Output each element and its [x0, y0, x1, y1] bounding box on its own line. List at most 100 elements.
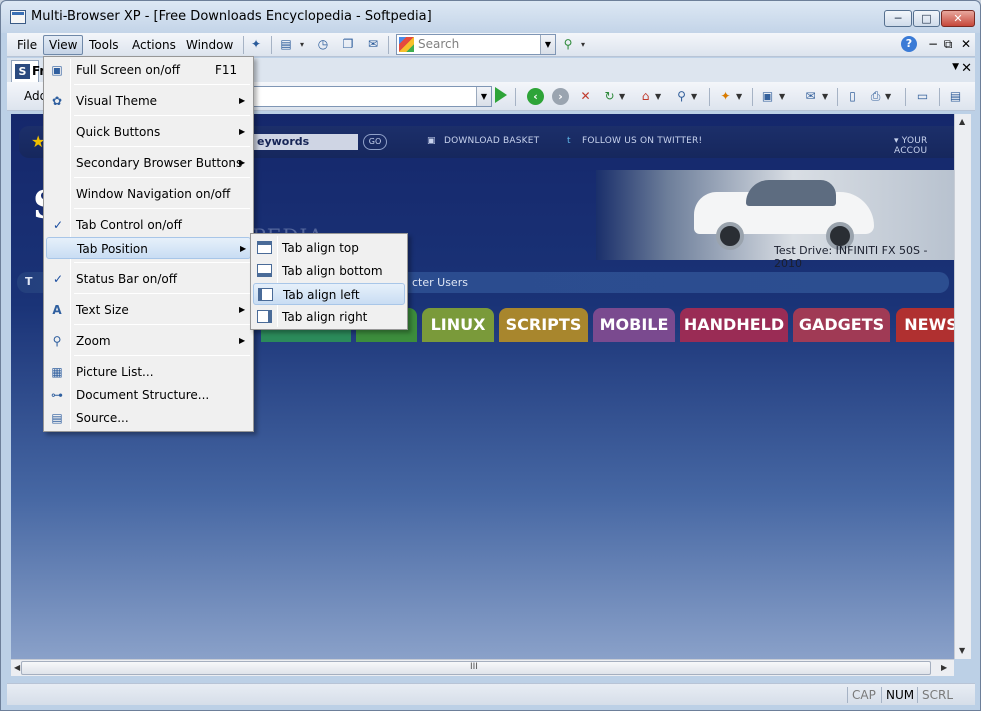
maximize-button[interactable]: □ — [913, 10, 940, 27]
menu-tools[interactable]: Tools — [83, 35, 125, 55]
favorites-icon[interactable]: ✦ — [717, 88, 734, 105]
menu-item-window-navigation[interactable]: Window Navigation on/off — [46, 183, 251, 205]
save-icon[interactable]: ▯ — [844, 88, 861, 105]
menu-item-secondary-buttons[interactable]: Secondary Browser Buttons ▶ — [46, 152, 251, 174]
network-icon[interactable]: ▣ — [759, 88, 776, 105]
print-icon[interactable]: ⎙ — [867, 88, 884, 105]
horizontal-scroll-thumb[interactable]: III — [21, 661, 931, 675]
scroll-right-icon[interactable]: ▶ — [941, 663, 947, 672]
toolbar-separator — [752, 88, 753, 106]
open-dropdown-icon[interactable]: ▾ — [293, 36, 311, 53]
menu-item-label: Status Bar on/off — [76, 272, 177, 286]
tab-align-bottom-icon — [257, 264, 272, 277]
submenu-item-label: Tab align right — [282, 310, 368, 324]
account-link[interactable]: ▾ YOUR ACCOU — [894, 136, 954, 156]
minimize-button[interactable]: ─ — [884, 10, 912, 27]
submenu-item-tab-align-left[interactable]: Tab align left — [253, 283, 405, 305]
menu-item-label: Secondary Browser Buttons — [76, 156, 243, 170]
twitter-link[interactable]: FOLLOW US ON TWITTER! — [582, 136, 702, 146]
car-ad-banner[interactable]: Test Drive: INFINITI FX 50S - 2010 — [596, 170, 954, 270]
menu-item-source[interactable]: ▤ Source... — [46, 407, 251, 429]
find-icon[interactable]: ⚲ — [673, 88, 690, 105]
find-dropdown-icon[interactable]: ▼ — [691, 92, 697, 101]
menu-item-full-screen[interactable]: ▣ Full Screen on/off F11 — [46, 59, 251, 81]
mdi-close-icon[interactable]: ✕ — [957, 36, 975, 53]
softpedia-favicon: S — [15, 64, 30, 79]
scroll-down-icon[interactable]: ▼ — [959, 646, 965, 655]
menu-window[interactable]: Window — [180, 35, 239, 55]
submenu-item-tab-align-right[interactable]: Tab align right — [253, 306, 405, 328]
toolbar-separator — [905, 88, 906, 106]
category-tab-gadgets[interactable]: GADGETS — [793, 308, 890, 342]
close-button[interactable]: ✕ — [941, 10, 975, 27]
stop-icon[interactable]: ✕ — [577, 88, 594, 105]
scroll-up-icon[interactable]: ▲ — [959, 117, 965, 126]
search-engine-dropdown[interactable]: ▼ — [540, 35, 555, 54]
home-icon[interactable]: ⌂ — [637, 88, 654, 105]
category-tab-mobile[interactable]: MOBILE — [593, 308, 675, 342]
refresh-icon[interactable]: ↻ — [601, 88, 618, 105]
panel-icon[interactable]: ▤ — [947, 88, 964, 105]
category-tab-scripts[interactable]: SCRIPTS — [499, 308, 588, 342]
mdi-restore-icon[interactable]: ⧉ — [939, 36, 957, 53]
scroll-left-icon[interactable]: ◀ — [14, 663, 20, 672]
menu-item-status-bar[interactable]: ✓ Status Bar on/off — [46, 268, 251, 290]
back-icon[interactable]: ‹ — [527, 88, 544, 105]
network-dropdown-icon[interactable]: ▼ — [779, 92, 785, 101]
mail-icon[interactable]: ✉ — [364, 36, 382, 53]
tab-list-dropdown-icon[interactable]: ▼ — [952, 62, 959, 72]
site-search-field[interactable]: eywords — [254, 134, 358, 150]
print-dropdown-icon[interactable]: ▼ — [885, 92, 891, 101]
menu-item-label: Document Structure... — [76, 388, 210, 402]
checkmark-icon: ✓ — [53, 218, 64, 232]
search-go-dropdown-icon[interactable]: ▾ — [574, 36, 592, 53]
menu-file[interactable]: File — [11, 35, 43, 55]
favorites-dropdown-icon[interactable]: ▼ — [736, 92, 742, 101]
car-wheel — [716, 222, 744, 250]
menu-separator — [74, 293, 250, 294]
menu-item-tab-control[interactable]: ✓ Tab Control on/off — [46, 214, 251, 236]
menu-item-visual-theme[interactable]: ✿ Visual Theme ▶ — [46, 90, 251, 112]
submenu-item-tab-align-top[interactable]: Tab align top — [253, 237, 405, 259]
tab-close-icon[interactable]: ✕ — [961, 61, 972, 76]
site-search-go-button[interactable]: GO — [363, 134, 387, 150]
horizontal-scrollbar[interactable]: ◀ III ▶ — [11, 659, 954, 676]
help-icon[interactable]: ? — [901, 36, 917, 52]
menu-view[interactable]: View — [43, 35, 84, 55]
new-tab-icon[interactable]: ✦ — [247, 36, 265, 53]
search-input[interactable]: Search ▼ — [396, 34, 556, 55]
menu-item-text-size[interactable]: A Text Size ▶ — [46, 299, 251, 321]
download-basket-link[interactable]: DOWNLOAD BASKET — [444, 136, 539, 146]
submenu-item-label: Tab align top — [282, 241, 359, 255]
tab-softpedia[interactable]: S Fr — [11, 60, 45, 82]
mail-send-icon[interactable]: ✉ — [802, 88, 819, 105]
refresh-dropdown-icon[interactable]: ▼ — [619, 92, 625, 101]
submenu-item-tab-align-bottom[interactable]: Tab align bottom — [253, 260, 405, 282]
menu-item-zoom[interactable]: ⚲ Zoom ▶ — [46, 330, 251, 352]
menu-item-tab-position[interactable]: Tab Position ▶ — [46, 237, 251, 259]
copy-icon[interactable]: ❐ — [339, 36, 357, 53]
category-tab-news[interactable]: NEWS — [896, 308, 954, 342]
strip-text: cter Users — [412, 276, 468, 289]
document-structure-icon: ⊶ — [51, 388, 63, 402]
home-dropdown-icon[interactable]: ▼ — [655, 92, 661, 101]
category-tab-linux[interactable]: LINUX — [422, 308, 494, 342]
submenu-arrow-icon: ▶ — [239, 96, 246, 105]
history-icon[interactable]: ◷ — [314, 36, 332, 53]
menu-item-document-structure[interactable]: ⊶ Document Structure... — [46, 384, 251, 406]
menu-item-quick-buttons[interactable]: Quick Buttons ▶ — [46, 121, 251, 143]
mail-dropdown-icon[interactable]: ▼ — [822, 92, 828, 101]
address-dropdown[interactable]: ▼ — [476, 87, 491, 106]
vertical-scrollbar[interactable]: ▲ ▼ — [954, 114, 971, 659]
menu-item-picture-list[interactable]: ▦ Picture List... — [46, 361, 251, 383]
category-tab-handheld[interactable]: HANDHELD — [680, 308, 788, 342]
status-num-lock: NUM — [881, 687, 918, 703]
menu-actions[interactable]: Actions — [126, 35, 182, 55]
forward-icon[interactable]: › — [552, 88, 569, 105]
title-bar[interactable]: Multi-Browser XP - [Free Downloads Encyc… — [1, 1, 980, 33]
window-view-icon[interactable]: ▭ — [914, 88, 931, 105]
app-icon[interactable] — [10, 10, 26, 24]
tab-align-left-icon — [258, 288, 273, 301]
menu-separator — [74, 84, 250, 85]
go-icon[interactable] — [495, 87, 507, 103]
